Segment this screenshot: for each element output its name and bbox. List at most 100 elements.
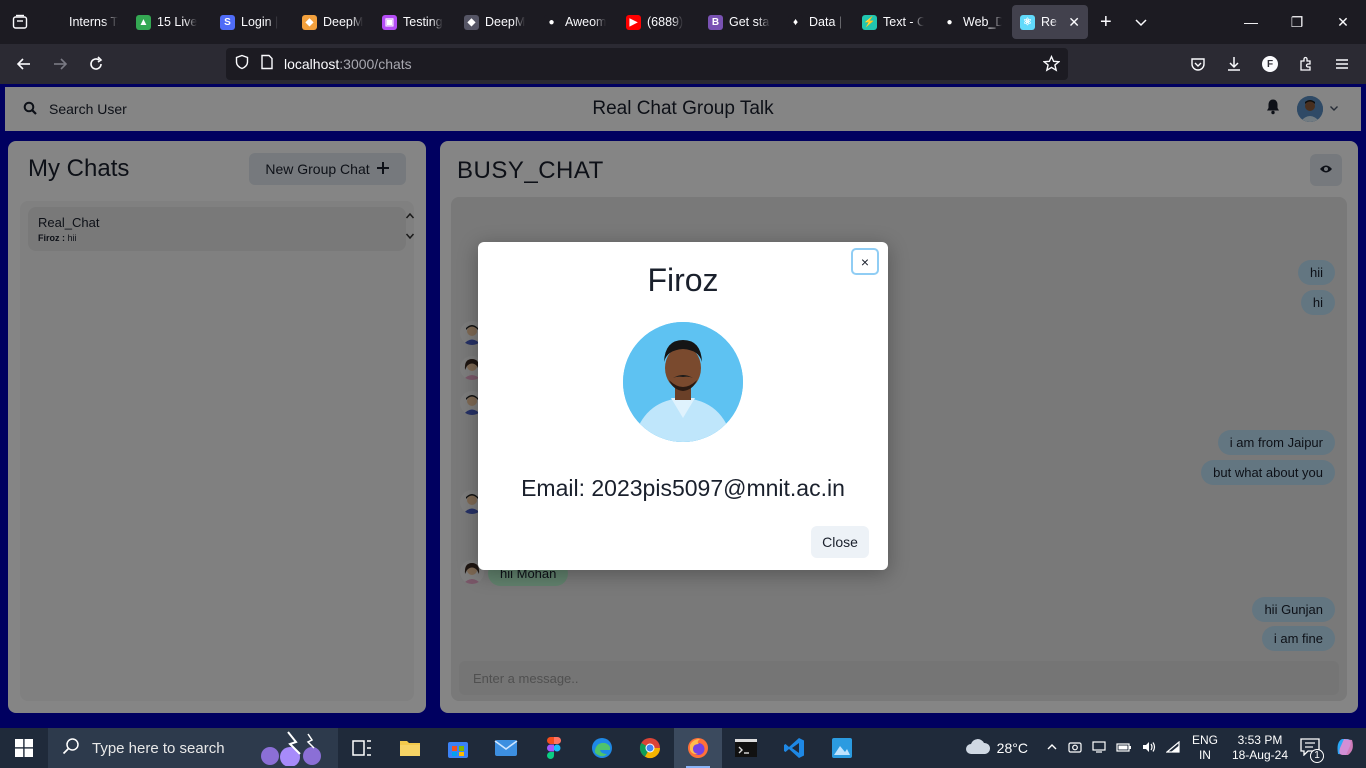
close-window-icon[interactable]: ✕ <box>1320 0 1366 44</box>
browser-tab[interactable]: ● Aweom <box>536 5 616 39</box>
browser-tab[interactable]: ⚛ Real ✕ <box>1012 5 1088 39</box>
browser-tab[interactable]: ◆ DeepM <box>456 5 534 39</box>
tab-label: Aweom <box>565 15 607 29</box>
browser-tab[interactable]: ● Web_D <box>934 5 1010 39</box>
tab-favicon-icon: ⚡ <box>862 14 877 30</box>
new-tab-button[interactable]: + <box>1088 5 1124 39</box>
wifi-icon[interactable] <box>1165 740 1180 756</box>
page-icon[interactable] <box>260 54 274 75</box>
tab-label: Get star <box>729 15 770 29</box>
tab-favicon-icon <box>48 14 63 30</box>
microsoft-store-icon[interactable] <box>434 728 482 768</box>
download-icon[interactable] <box>1216 48 1252 80</box>
tab-favicon-icon: ◆ <box>464 14 479 30</box>
modal-close-button[interactable]: Close <box>811 526 869 558</box>
tab-label: DeepM <box>323 15 364 29</box>
modal-title: Firoz <box>647 262 719 298</box>
figma-icon[interactable] <box>530 728 578 768</box>
cloud-icon <box>965 738 991 758</box>
mail-icon[interactable] <box>482 728 530 768</box>
forward-arrow-icon[interactable] <box>42 48 78 80</box>
back-arrow-icon[interactable] <box>6 48 42 80</box>
tray-icons <box>1046 740 1180 756</box>
tab-label: (6889) <box>647 15 684 29</box>
url-text[interactable]: localhost:3000/chats <box>284 56 412 72</box>
file-explorer-icon[interactable] <box>386 728 434 768</box>
taskbar-search[interactable]: Type here to search <box>48 728 338 768</box>
photos-icon[interactable] <box>818 728 866 768</box>
tab-label: Testing <box>403 15 443 29</box>
notification-count-badge: 1 <box>1310 748 1324 763</box>
chevron-up-icon[interactable] <box>1046 741 1058 756</box>
tab-favicon-icon: ♦ <box>788 14 803 30</box>
tab-favicon-icon: ● <box>544 14 559 30</box>
tab-label: Real <box>1041 15 1058 29</box>
tab-favicon-icon: B <box>708 14 723 30</box>
pocket-icon[interactable] <box>1180 48 1216 80</box>
address-bar[interactable]: localhost:3000/chats <box>226 48 1068 80</box>
browser-tab[interactable]: ⚡ Text - C <box>854 5 932 39</box>
shield-icon[interactable] <box>234 54 250 75</box>
tab-list-icon[interactable] <box>0 0 40 44</box>
chrome-icon[interactable] <box>626 728 674 768</box>
profile-modal: Firoz × Email: 2023pis5097@mnit.ac.in Cl… <box>478 242 888 570</box>
close-tab-icon[interactable]: ✕ <box>1068 14 1080 31</box>
taskbar-search-placeholder: Type here to search <box>92 739 225 757</box>
task-view-icon[interactable] <box>338 728 386 768</box>
tab-overflow-chevron-icon[interactable] <box>1124 5 1158 39</box>
browser-nav-bar: localhost:3000/chats F <box>0 44 1366 84</box>
reload-icon[interactable] <box>78 48 114 80</box>
browser-tab-bar: Interns Task ▲ 15 Live S Login | ◆ DeepM ▣ Testi… <box>0 0 1366 44</box>
account-icon[interactable]: F <box>1252 48 1288 80</box>
tab-favicon-icon: S <box>220 14 235 30</box>
search-icon <box>62 737 80 759</box>
volume-icon[interactable] <box>1142 741 1156 756</box>
system-tray: 28°C ENG IN 3:53 PM 18-Aug-24 1 <box>965 728 1366 768</box>
minimize-icon[interactable]: — <box>1228 0 1274 44</box>
tab-favicon-icon: ● <box>942 14 957 30</box>
tab-favicon-icon: ▲ <box>136 14 151 30</box>
browser-tab[interactable]: Interns Task <box>40 5 126 39</box>
modal-email: Email: 2023pis5097@mnit.ac.in <box>521 475 845 501</box>
browser-tab[interactable]: ♦ Data | C <box>780 5 852 39</box>
restore-icon[interactable]: ❐ <box>1274 0 1320 44</box>
notification-icon[interactable]: 1 <box>1300 737 1324 763</box>
clock[interactable]: 3:53 PM 18-Aug-24 <box>1232 733 1288 763</box>
tab-favicon-icon: ⚛ <box>1020 14 1035 30</box>
browser-tab[interactable]: S Login | <box>212 5 292 39</box>
weather-temp: 28°C <box>996 740 1028 756</box>
profile-photo <box>623 322 743 442</box>
tab-favicon-icon: ▶ <box>626 14 641 30</box>
search-highlight-icon <box>252 730 332 768</box>
browser-tab[interactable]: ▣ Testing <box>374 5 454 39</box>
browser-tab[interactable]: ◆ DeepM <box>294 5 372 39</box>
tab-label: 15 Live <box>157 15 198 29</box>
language-indicator[interactable]: ENG IN <box>1192 733 1218 763</box>
terminal-icon[interactable] <box>722 728 770 768</box>
browser-tab[interactable]: ▲ 15 Live <box>128 5 210 39</box>
vscode-icon[interactable] <box>770 728 818 768</box>
tab-favicon-icon: ▣ <box>382 14 397 30</box>
tab-label: Interns Task <box>69 15 118 29</box>
windows-taskbar: Type here to search 28°C ENG IN 3:53 PM … <box>0 728 1366 768</box>
camera-icon[interactable] <box>1068 741 1082 756</box>
copilot-icon[interactable] <box>1334 736 1356 761</box>
edge-icon[interactable] <box>578 728 626 768</box>
hamburger-menu-icon[interactable] <box>1324 48 1360 80</box>
browser-tab[interactable]: B Get star <box>700 5 778 39</box>
display-settings-icon[interactable] <box>1092 740 1106 756</box>
firefox-icon[interactable] <box>674 728 722 768</box>
bookmark-star-icon[interactable] <box>1042 54 1061 77</box>
tab-label: Text - C <box>883 15 924 29</box>
extensions-icon[interactable] <box>1288 48 1324 80</box>
weather-widget[interactable]: 28°C <box>965 738 1028 758</box>
tab-favicon-icon: ◆ <box>302 14 317 30</box>
modal-close-icon[interactable]: × <box>851 248 879 275</box>
tab-label: Data | C <box>809 15 844 29</box>
tab-label: Login | <box>241 15 279 29</box>
battery-icon[interactable] <box>1116 741 1132 756</box>
browser-tab[interactable]: ▶ (6889) <box>618 5 698 39</box>
windows-start-icon[interactable] <box>0 728 48 768</box>
tab-label: DeepM <box>485 15 526 29</box>
tab-label: Web_D <box>963 15 1002 29</box>
